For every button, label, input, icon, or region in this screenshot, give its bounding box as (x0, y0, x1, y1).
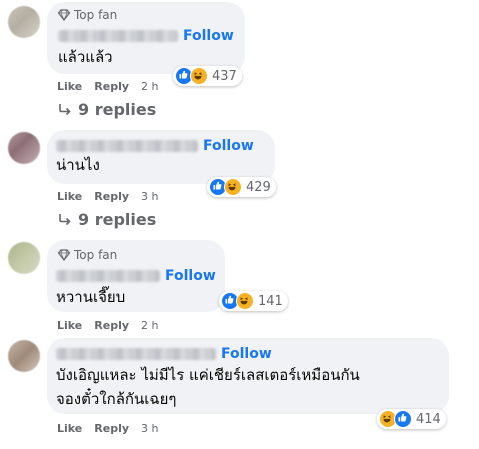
haha-icon (190, 67, 208, 85)
comment-text: น่านไง (56, 156, 100, 174)
author-name[interactable] (58, 30, 178, 42)
follow-button[interactable]: Follow (165, 268, 216, 284)
timestamp[interactable]: 2 h (141, 319, 158, 332)
replies-label: 9 replies (78, 100, 157, 119)
avatar[interactable] (8, 6, 40, 38)
comment-text: แล้วแล้ว (58, 48, 113, 66)
top-fan-label: Top fan (74, 8, 118, 22)
comment-bubble: Top fan Follow หวานเจี๊ยบ (47, 240, 225, 312)
avatar[interactable] (8, 340, 40, 372)
diamond-icon (58, 9, 70, 21)
like-icon (394, 410, 412, 428)
comment-bubble: Top fan Follow แล้วแล้ว (47, 2, 245, 74)
author-name[interactable] (56, 348, 216, 360)
avatar[interactable] (8, 132, 40, 164)
reply-button[interactable]: Reply (94, 80, 129, 93)
comment-text: หวานเจี๊ยบ (56, 288, 126, 306)
top-fan-label: Top fan (74, 248, 118, 262)
reply-button[interactable]: Reply (94, 319, 129, 332)
timestamp[interactable]: 3 h (141, 422, 158, 435)
reaction-summary[interactable]: 414 (377, 409, 446, 429)
author-name[interactable] (56, 140, 198, 152)
reaction-summary[interactable]: 437 (173, 66, 242, 86)
haha-icon (224, 178, 242, 196)
reaction-count: 429 (246, 179, 271, 195)
comment-actions: Like Reply 3 h (57, 422, 158, 435)
reply-arrow-icon (59, 213, 71, 225)
comment-text-line-2: จองตั๋วใกล้กันเฉยๆ (56, 390, 177, 408)
reaction-summary[interactable]: 141 (219, 291, 288, 311)
view-replies-button[interactable]: 9 replies (58, 210, 156, 229)
timestamp[interactable]: 3 h (141, 190, 158, 203)
follow-button[interactable]: Follow (203, 138, 254, 154)
follow-button[interactable]: Follow (221, 346, 272, 362)
like-button[interactable]: Like (57, 80, 82, 93)
comment-bubble: Follow น่านไง (47, 130, 275, 184)
like-button[interactable]: Like (57, 319, 82, 332)
comment-actions: Like Reply 3 h (57, 190, 158, 203)
reply-arrow-icon (59, 103, 71, 115)
reaction-count: 437 (212, 68, 237, 84)
replies-label: 9 replies (78, 210, 157, 229)
diamond-icon (58, 249, 70, 261)
view-replies-button[interactable]: 9 replies (58, 100, 156, 119)
reply-button[interactable]: Reply (94, 422, 129, 435)
reaction-count: 414 (416, 411, 441, 427)
reaction-count: 141 (258, 293, 283, 309)
follow-button[interactable]: Follow (183, 28, 234, 44)
comment-text-line-1: บังเอิญแหละ ไม่มีไร แค่เชียร์เลสเตอร์เหม… (56, 366, 360, 384)
comment-actions: Like Reply 2 h (57, 80, 158, 93)
like-button[interactable]: Like (57, 190, 82, 203)
avatar[interactable] (8, 242, 40, 274)
like-button[interactable]: Like (57, 422, 82, 435)
haha-icon (236, 292, 254, 310)
comment-actions: Like Reply 2 h (57, 319, 158, 332)
timestamp[interactable]: 2 h (141, 80, 158, 93)
author-name[interactable] (56, 270, 160, 282)
reaction-summary[interactable]: 429 (207, 177, 276, 197)
top-fan-badge: Top fan (58, 248, 117, 262)
comment-bubble: Follow บังเอิญแหละ ไม่มีไร แค่เชียร์เลสเ… (47, 338, 449, 414)
top-fan-badge: Top fan (58, 8, 117, 22)
reply-button[interactable]: Reply (94, 190, 129, 203)
